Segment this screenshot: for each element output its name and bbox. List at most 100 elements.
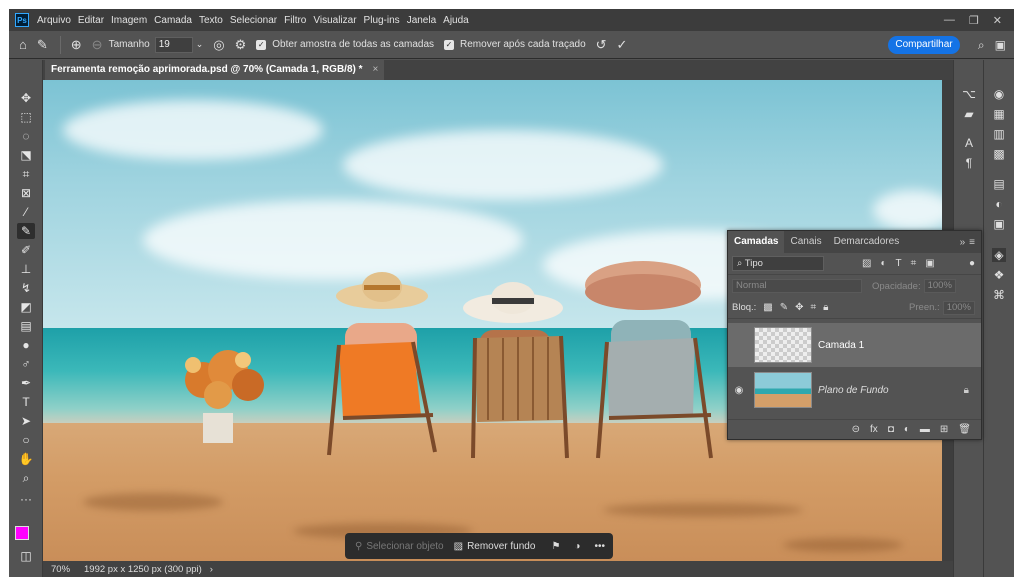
patterns-icon[interactable]: ▩	[992, 147, 1006, 161]
more-options-button[interactable]: •••	[594, 541, 605, 552]
eye-icon[interactable]: ◉	[728, 385, 750, 396]
document-info[interactable]: 1992 px x 1250 px (300 ppi)	[84, 564, 202, 575]
layer-name[interactable]: Plano de Fundo	[818, 385, 889, 396]
foreground-color-swatch[interactable]	[15, 526, 29, 540]
swatches-icon[interactable]: ▦	[992, 107, 1006, 121]
menu-texto[interactable]: Texto	[199, 15, 223, 26]
move-tool-icon[interactable]: ✥	[17, 90, 35, 106]
close-tab-icon[interactable]: ×	[373, 60, 379, 80]
tab-demarcadores[interactable]: Demarcadores	[828, 231, 906, 253]
fx-icon[interactable]: fx	[870, 424, 878, 435]
properties-icon[interactable]: ▤	[992, 177, 1006, 191]
more-tools-icon[interactable]: ···	[17, 491, 35, 507]
panel-menu-icon[interactable]: ≡	[969, 237, 975, 248]
minimize-icon[interactable]: —	[944, 14, 955, 27]
frame-tool-icon[interactable]: ⊠	[17, 185, 35, 201]
path-selection-icon[interactable]: ➤	[17, 413, 35, 429]
menu-visualizar[interactable]: Visualizar	[313, 15, 356, 26]
size-input[interactable]	[154, 36, 193, 53]
brush-tool-icon[interactable]: ✐	[17, 242, 35, 258]
adjust-icon[interactable]: ◑	[574, 541, 580, 552]
tab-camadas[interactable]: Camadas	[728, 231, 785, 253]
menu-camada[interactable]: Camada	[154, 15, 192, 26]
new-layer-icon[interactable]: ⊞	[940, 424, 948, 435]
flag-icon[interactable]: ⚑	[551, 541, 560, 552]
marquee-tool-icon[interactable]: ⬚	[17, 109, 35, 125]
shape-filter-icon[interactable]: ⌗	[911, 258, 917, 269]
libraries-icon[interactable]: ▣	[992, 217, 1006, 231]
remove-tool-icon[interactable]: ✎	[37, 37, 48, 53]
search-icon[interactable]: ⌕	[978, 38, 985, 53]
blur-tool-icon[interactable]: ●	[17, 337, 35, 353]
ellipse-tool-icon[interactable]: ○	[17, 432, 35, 448]
menu-imagem[interactable]: Imagem	[111, 15, 147, 26]
menu-arquivo[interactable]: Arquivo	[37, 15, 71, 26]
remove-background-button[interactable]: Remover fundo	[467, 541, 535, 552]
stamp-tool-icon[interactable]: ⊥	[17, 261, 35, 277]
paragraph-icon[interactable]: ¶	[962, 156, 976, 170]
collapse-icon[interactable]: »	[960, 237, 966, 248]
pressure-size-icon[interactable]: ◎	[213, 37, 224, 53]
layer-kind-filter[interactable]: ⌕ Tipo	[732, 256, 824, 271]
new-adjustment-icon[interactable]: ◐	[904, 424, 910, 435]
link-layers-icon[interactable]: ⊝	[852, 424, 860, 435]
lasso-tool-icon[interactable]: ◌	[17, 128, 35, 144]
zoom-level[interactable]: 70%	[51, 564, 70, 575]
lock-transparency-icon[interactable]: ▩	[763, 302, 772, 313]
workspace-icon[interactable]: ▣	[995, 38, 1006, 53]
lock-all-icon[interactable]: 🔒︎	[823, 302, 828, 313]
menu-janela[interactable]: Janela	[407, 15, 436, 26]
share-button[interactable]: Compartilhar	[888, 36, 960, 54]
menu-filtro[interactable]: Filtro	[284, 15, 306, 26]
comments-icon[interactable]: ▰	[962, 107, 976, 121]
menu-plug-ins[interactable]: Plug-ins	[364, 15, 400, 26]
pixel-filter-icon[interactable]: ▨	[862, 258, 871, 269]
lock-position-icon[interactable]: ✥	[795, 302, 803, 313]
dodge-tool-icon[interactable]: ♂	[17, 356, 35, 372]
type-filter-icon[interactable]: T	[896, 258, 902, 269]
type-tool-icon[interactable]: T	[17, 394, 35, 410]
restore-icon[interactable]: ❐	[969, 14, 979, 27]
paths-icon[interactable]: ⌘	[992, 288, 1006, 302]
layers-icon[interactable]: ◈	[992, 248, 1006, 262]
fill-input[interactable]: 100%	[942, 300, 975, 315]
subtract-mode-icon[interactable]: ⊖	[92, 37, 103, 53]
menu-ajuda[interactable]: Ajuda	[443, 15, 469, 26]
document-tab[interactable]: Ferramenta remoção aprimorada.psd @ 70% …	[45, 60, 385, 80]
opacity-input[interactable]: 100%	[923, 279, 956, 293]
menu-editar[interactable]: Editar	[78, 15, 104, 26]
home-icon[interactable]: ⌂	[19, 37, 27, 52]
history-brush-icon[interactable]: ↯	[17, 280, 35, 296]
select-object-button[interactable]: Selecionar objeto	[366, 541, 443, 552]
character-icon[interactable]: A	[962, 136, 976, 150]
history-icon[interactable]: ⌥	[962, 87, 976, 101]
add-mask-icon[interactable]: ◘	[888, 424, 894, 435]
sample-all-layers-checkbox[interactable]: ✓	[256, 39, 267, 50]
quick-mask-icon[interactable]: ◫	[17, 548, 35, 564]
smart-object-filter-icon[interactable]: ▣	[925, 258, 934, 269]
undo-icon[interactable]: ↺	[596, 37, 607, 53]
blend-mode-select[interactable]: Normal	[732, 279, 862, 293]
adjustment-filter-icon[interactable]: ◐	[880, 258, 886, 269]
delete-layer-icon[interactable]: 🗑︎	[958, 424, 971, 435]
lock-pixels-icon[interactable]: ✎	[780, 302, 788, 313]
crop-tool-icon[interactable]: ⌗	[17, 166, 35, 182]
lock-artboard-icon[interactable]: ⌗	[811, 302, 817, 313]
filter-toggle-icon[interactable]: ●	[969, 258, 975, 269]
layer-row-plano-de-fundo[interactable]: ◉ Plano de Fundo 🔒︎	[728, 368, 981, 412]
gradients-icon[interactable]: ▥	[992, 127, 1006, 141]
close-window-icon[interactable]: ✕	[993, 14, 1002, 27]
chevron-right-icon[interactable]: ›	[210, 564, 213, 575]
add-mode-icon[interactable]: ⊕	[71, 37, 82, 53]
zoom-tool-icon[interactable]: ⌕	[17, 470, 35, 486]
eyedropper-icon[interactable]: ⁄	[17, 204, 35, 220]
remove-after-stroke-checkbox[interactable]: ✓	[444, 39, 455, 50]
chevron-down-icon[interactable]: ⌄	[196, 39, 204, 50]
gradient-tool-icon[interactable]: ▤	[17, 318, 35, 334]
new-group-icon[interactable]: ▬	[920, 424, 930, 435]
gear-icon[interactable]: ⚙	[235, 37, 247, 53]
apply-check-icon[interactable]: ✓	[617, 37, 628, 53]
layer-row-camada-1[interactable]: Camada 1	[728, 323, 981, 367]
layer-name[interactable]: Camada 1	[818, 340, 864, 351]
remove-tool-active-icon[interactable]: ✎	[17, 223, 35, 239]
